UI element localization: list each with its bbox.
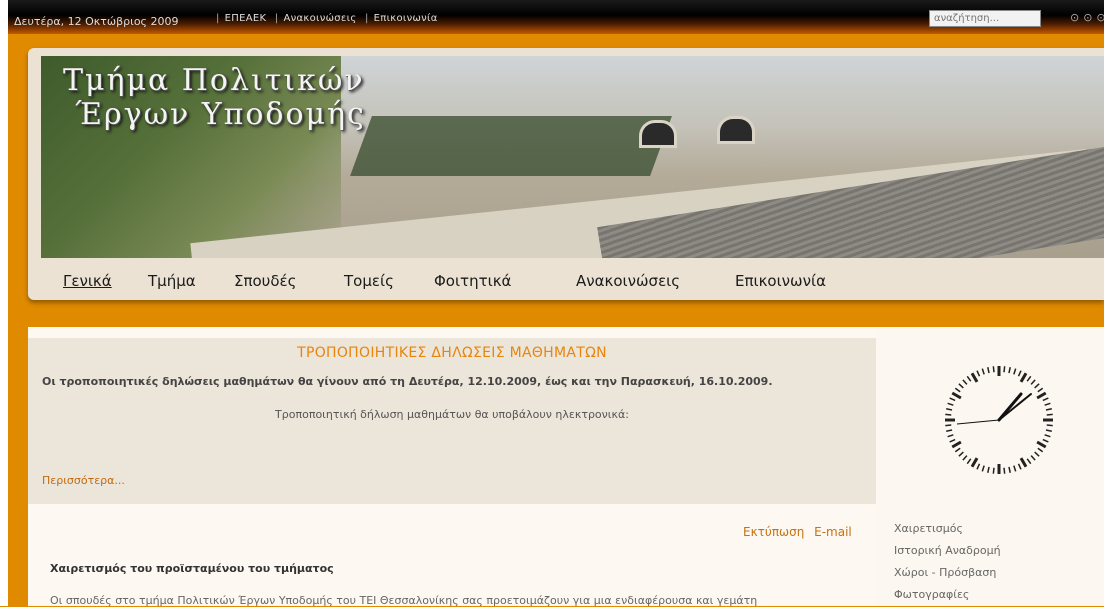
nav-item-contact[interactable]: Επικοινωνία bbox=[735, 272, 826, 290]
clock-tick bbox=[1045, 408, 1052, 411]
announcement-box: ΤΡΟΠΟΠΟΙΗΤΙΚΕΣ ΔΗΛΩΣΕΙΣ ΜΑΘΗΜΑΤΩΝ Οι τρο… bbox=[28, 338, 876, 504]
separator: | bbox=[274, 13, 279, 24]
top-links: | ΕΠΕΑΕΚ | Ανακοινώσεις | Επικοινωνία bbox=[211, 13, 438, 24]
article-actions: Εκτύπωση E-mail bbox=[737, 525, 852, 539]
clock-tick bbox=[946, 408, 953, 411]
clock-tick bbox=[1008, 466, 1011, 473]
clock-tick bbox=[981, 465, 985, 472]
clock-tick bbox=[962, 379, 968, 385]
top-link-epeaek[interactable]: ΕΠΕΑΕΚ bbox=[225, 13, 267, 24]
clock-tick bbox=[958, 383, 964, 389]
clock-tick bbox=[1013, 368, 1017, 375]
clock-tick bbox=[987, 367, 990, 374]
article-text: Οι σπουδές στο τμήμα Πολιτικών Έργων Υπο… bbox=[50, 594, 758, 607]
clock-tick bbox=[1026, 458, 1032, 465]
nav-item-sectors[interactable]: Τομείς bbox=[344, 272, 394, 290]
clock-icon bbox=[945, 366, 1053, 474]
nav-item-general[interactable]: Γενικά bbox=[63, 272, 112, 290]
clock-tick bbox=[992, 366, 995, 373]
sidebar-item-history[interactable]: Ιστορική Αναδρομή bbox=[894, 540, 1001, 562]
announcement-bold-text: Οι τροποποιητικές δηλώσεις μαθημάτων θα … bbox=[42, 375, 773, 388]
clock-tick bbox=[970, 372, 979, 383]
clock-tick bbox=[1045, 429, 1052, 432]
site-title: Τμήμα Πολιτικών Έργων Υποδομής bbox=[63, 63, 366, 132]
nav-item-students[interactable]: Φοιτητικά bbox=[434, 272, 511, 290]
clock-tick bbox=[946, 429, 953, 432]
sidebar-menu: Χαιρετισμός Ιστορική Αναδρομή Χώροι - Πρ… bbox=[894, 518, 1001, 606]
article-title: Χαιρετισμός του προϊσταμένου του τμήματο… bbox=[50, 562, 334, 575]
clock-tick bbox=[947, 434, 954, 438]
clock-tick bbox=[951, 391, 962, 400]
clock-tick bbox=[1026, 375, 1032, 382]
top-bar: Δευτέρα, 12 Οκτώβριος 2009 | ΕΠΕΑΕΚ | Ανακ… bbox=[8, 0, 1104, 34]
separator: | bbox=[364, 13, 369, 24]
clock-tick bbox=[1017, 370, 1022, 377]
clock-tick bbox=[1019, 372, 1028, 383]
header-banner-image: Τμήμα Πολιτικών Έργων Υποδομής bbox=[41, 56, 1104, 258]
tunnel-portal bbox=[639, 120, 677, 148]
clock-tick bbox=[1042, 397, 1049, 402]
clock-tick bbox=[1019, 457, 1028, 468]
clock-tick bbox=[962, 455, 968, 461]
clock-tick bbox=[1003, 366, 1006, 373]
current-date: Δευτέρα, 12 Οκτώβριος 2009 bbox=[14, 15, 179, 28]
sidebar-item-greeting[interactable]: Χαιρετισμός bbox=[894, 518, 1001, 540]
clock-tick bbox=[966, 458, 972, 465]
clock-tick bbox=[976, 463, 981, 470]
clock-tick bbox=[949, 397, 956, 402]
window-controls-icon[interactable]: ⊙⊙⊙ bbox=[1070, 11, 1104, 24]
announcement-title: ΤΡΟΠΟΠΟΙΗΤΙΚΕΣ ΔΗΛΩΣΕΙΣ ΜΑΘΗΜΑΤΩΝ bbox=[297, 345, 607, 361]
top-link-announcements[interactable]: Ανακοινώσεις bbox=[284, 13, 357, 24]
clock-tick bbox=[1046, 424, 1053, 427]
clock-tick bbox=[958, 451, 964, 457]
clock-tick bbox=[1044, 402, 1051, 406]
left-edge-strip bbox=[0, 0, 8, 606]
clock-tick bbox=[981, 368, 985, 375]
clock-tick bbox=[1044, 434, 1051, 438]
clock-tick bbox=[1037, 447, 1044, 453]
separator: | bbox=[216, 13, 220, 24]
announcement-text: Τροποποιητική δήλωση μαθημάτων θα υποβάλ… bbox=[275, 408, 629, 421]
clock-tick bbox=[945, 424, 952, 427]
clock-tick bbox=[1017, 463, 1022, 470]
sidebar-item-access[interactable]: Χώροι - Πρόσβαση bbox=[894, 562, 1001, 584]
clock-tick bbox=[1034, 383, 1040, 389]
clock-tick bbox=[949, 438, 956, 443]
email-link[interactable]: E-mail bbox=[814, 525, 852, 539]
clock-tick bbox=[987, 466, 990, 473]
clock-tick bbox=[1036, 440, 1047, 449]
read-more-link[interactable]: Περισσότερα... bbox=[42, 474, 125, 487]
clock-tick bbox=[1037, 387, 1044, 393]
nav-item-studies[interactable]: Σπουδές bbox=[234, 272, 296, 290]
clock-tick bbox=[1003, 467, 1006, 474]
nav-item-announcements[interactable]: Ανακοινώσεις bbox=[576, 272, 680, 290]
clock-tick bbox=[1042, 438, 1049, 443]
clock-tick bbox=[1030, 379, 1036, 385]
clock-tick bbox=[1036, 391, 1047, 400]
top-link-contact[interactable]: Επικοινωνία bbox=[374, 13, 438, 24]
clock-tick bbox=[1034, 451, 1040, 457]
clock-tick bbox=[992, 467, 995, 474]
clock-tick bbox=[947, 402, 954, 406]
clock-tick bbox=[966, 375, 972, 382]
clock-tick bbox=[1046, 413, 1053, 416]
clock-tick bbox=[1013, 465, 1017, 472]
print-link[interactable]: Εκτύπωση bbox=[743, 525, 804, 539]
clock-tick bbox=[976, 370, 981, 377]
search-input[interactable] bbox=[929, 10, 1041, 27]
clock-tick bbox=[951, 440, 962, 449]
clock-tick bbox=[954, 447, 961, 453]
tunnel-portal bbox=[717, 116, 755, 144]
clock-tick bbox=[954, 387, 961, 393]
clock-tick bbox=[1008, 367, 1011, 374]
clock-tick bbox=[1030, 455, 1036, 461]
nav-item-department[interactable]: Τμήμα bbox=[148, 272, 196, 290]
clock-tick bbox=[970, 457, 979, 468]
sidebar-item-photos[interactable]: Φωτογραφίες bbox=[894, 584, 1001, 606]
clock-tick bbox=[945, 413, 952, 416]
